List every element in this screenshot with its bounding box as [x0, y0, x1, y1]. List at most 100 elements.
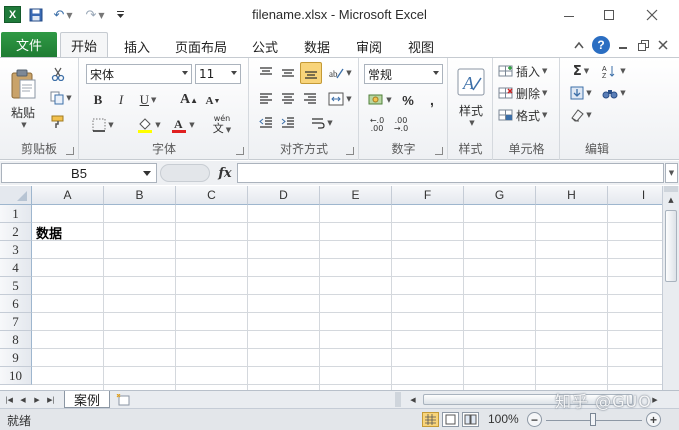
worksheet-grid[interactable]: A B C D E F G H I 1 2 3 4 5 6 7 8 9 10 数… [0, 186, 662, 390]
font-dialog-launcher[interactable] [236, 147, 244, 155]
copy-button[interactable]: ▼ [48, 89, 74, 107]
last-sheet-button[interactable]: ▶| [45, 393, 57, 406]
align-left-button[interactable] [256, 90, 276, 108]
column-header-b[interactable]: B [104, 186, 176, 205]
collapse-ribbon-button[interactable] [572, 36, 586, 54]
formula-input[interactable] [237, 163, 664, 183]
tab-formulas[interactable]: 公式 [243, 34, 287, 58]
cut-button[interactable] [48, 65, 68, 83]
clear-dropdown-icon[interactable]: ▼ [586, 111, 591, 119]
help-icon[interactable]: ? [592, 36, 610, 54]
row-header-3[interactable]: 3 [0, 241, 32, 259]
normal-view-button[interactable] [422, 412, 439, 427]
borders-dropdown-icon[interactable]: ▼ [108, 121, 113, 129]
orientation-dropdown-icon[interactable]: ▼ [346, 69, 351, 77]
font-color-dropdown-icon[interactable]: ▼ [189, 121, 194, 129]
comma-style-button[interactable]: , [422, 91, 442, 109]
scroll-left-button[interactable]: ◀ [407, 392, 419, 407]
decrease-indent-button[interactable] [256, 114, 276, 132]
tab-file[interactable]: 文件 [1, 32, 57, 57]
align-right-button[interactable] [300, 90, 320, 108]
paste-dropdown-icon[interactable]: ▼ [21, 121, 26, 129]
wrap-dropdown-icon[interactable]: ▼ [327, 119, 332, 127]
next-sheet-button[interactable]: ▶ [31, 393, 43, 406]
underline-dropdown-icon[interactable]: ▼ [151, 96, 156, 104]
row-header-10[interactable]: 10 [0, 367, 32, 385]
delete-cells-button[interactable]: 删除 ▼ [498, 84, 558, 102]
column-header-i[interactable]: I [608, 186, 662, 205]
zoom-slider-thumb[interactable] [590, 413, 596, 426]
insert-sheet-button[interactable] [114, 392, 134, 407]
format-dropdown-icon[interactable]: ▼ [542, 111, 547, 119]
fill-color-button[interactable]: ▼ [134, 116, 164, 134]
minimize-button[interactable] [553, 4, 585, 26]
fill-color-dropdown-icon[interactable]: ▼ [155, 121, 160, 129]
row-header-9[interactable]: 9 [0, 349, 32, 367]
expand-formula-bar-button[interactable]: ▼ [665, 163, 678, 183]
close-workbook-button[interactable] [656, 36, 670, 54]
column-header-h[interactable]: H [536, 186, 608, 205]
accounting-format-button[interactable]: ▼ [366, 91, 394, 109]
tab-review[interactable]: 审阅 [347, 34, 391, 58]
tab-home[interactable]: 开始 [60, 32, 108, 58]
column-header-d[interactable]: D [248, 186, 320, 205]
column-header-c[interactable]: C [176, 186, 248, 205]
restore-workbook-button[interactable] [636, 36, 650, 54]
prev-sheet-button[interactable]: ◀ [17, 393, 29, 406]
increase-decimal-button[interactable]: ←.0.00 [366, 116, 388, 134]
phonetic-guide-button[interactable]: wén 文 ▼ [206, 114, 238, 136]
clipboard-dialog-launcher[interactable] [66, 147, 74, 155]
row-header-6[interactable]: 6 [0, 295, 32, 313]
tab-view[interactable]: 视图 [399, 34, 443, 58]
cell-a2[interactable]: 数据 [36, 223, 62, 242]
first-sheet-button[interactable]: |◀ [3, 393, 15, 406]
autosum-button[interactable]: Σ ▼ [567, 62, 595, 80]
page-layout-view-button[interactable] [442, 412, 459, 427]
font-size-combo[interactable]: 11 [195, 64, 241, 84]
split-handle[interactable] [395, 392, 401, 407]
percent-style-button[interactable]: % [398, 91, 418, 109]
sheet-tab[interactable]: 案例 [64, 391, 110, 409]
italic-button[interactable]: I [111, 91, 131, 109]
row-header-7[interactable]: 7 [0, 313, 32, 331]
column-header-f[interactable]: F [392, 186, 464, 205]
scroll-up-button[interactable]: ▲ [664, 193, 678, 207]
insert-cells-button[interactable]: 插入 ▼ [498, 62, 558, 80]
insert-dropdown-icon[interactable]: ▼ [542, 67, 547, 75]
tab-page-layout[interactable]: 页面布局 [168, 34, 234, 58]
find-dropdown-icon[interactable]: ▼ [620, 89, 625, 97]
row-header-8[interactable]: 8 [0, 331, 32, 349]
bold-button[interactable]: B [88, 91, 108, 109]
page-break-view-button[interactable] [462, 412, 479, 427]
column-header-e[interactable]: E [320, 186, 392, 205]
delete-dropdown-icon[interactable]: ▼ [542, 89, 547, 97]
vertical-scroll-thumb[interactable] [665, 210, 677, 282]
tab-insert[interactable]: 插入 [114, 34, 160, 58]
close-button[interactable] [636, 4, 668, 26]
align-middle-button[interactable] [278, 64, 298, 82]
format-cells-button[interactable]: 格式 ▼ [498, 106, 558, 124]
wrap-text-button[interactable]: ▼ [308, 114, 336, 132]
decrease-font-size-button[interactable]: A ▼ [202, 93, 224, 109]
align-center-button[interactable] [278, 90, 298, 108]
paste-button[interactable]: 粘贴 ▼ [6, 62, 40, 134]
format-painter-button[interactable] [48, 113, 68, 131]
split-handle[interactable] [664, 186, 678, 192]
borders-button[interactable]: ▼ [88, 116, 118, 134]
fill-dropdown-icon[interactable]: ▼ [586, 89, 591, 97]
sort-filter-button[interactable]: A Z ▼ [599, 62, 629, 80]
column-header-g[interactable]: G [464, 186, 536, 205]
merge-dropdown-icon[interactable]: ▼ [346, 95, 351, 103]
chevron-down-icon[interactable] [143, 171, 151, 176]
orientation-button[interactable]: ab ▼ [326, 64, 354, 82]
column-header-a[interactable]: A [32, 186, 104, 205]
increase-font-size-button[interactable]: A ▲ [177, 91, 201, 109]
font-color-button[interactable]: A ▼ [168, 116, 198, 134]
zoom-level[interactable]: 100% [488, 412, 519, 426]
row-header-5[interactable]: 5 [0, 277, 32, 295]
name-box[interactable]: B5 [1, 163, 157, 183]
copy-dropdown-icon[interactable]: ▼ [66, 94, 71, 102]
tab-data[interactable]: 数据 [295, 34, 339, 58]
maximize-button[interactable] [593, 4, 625, 26]
number-dialog-launcher[interactable] [435, 147, 443, 155]
